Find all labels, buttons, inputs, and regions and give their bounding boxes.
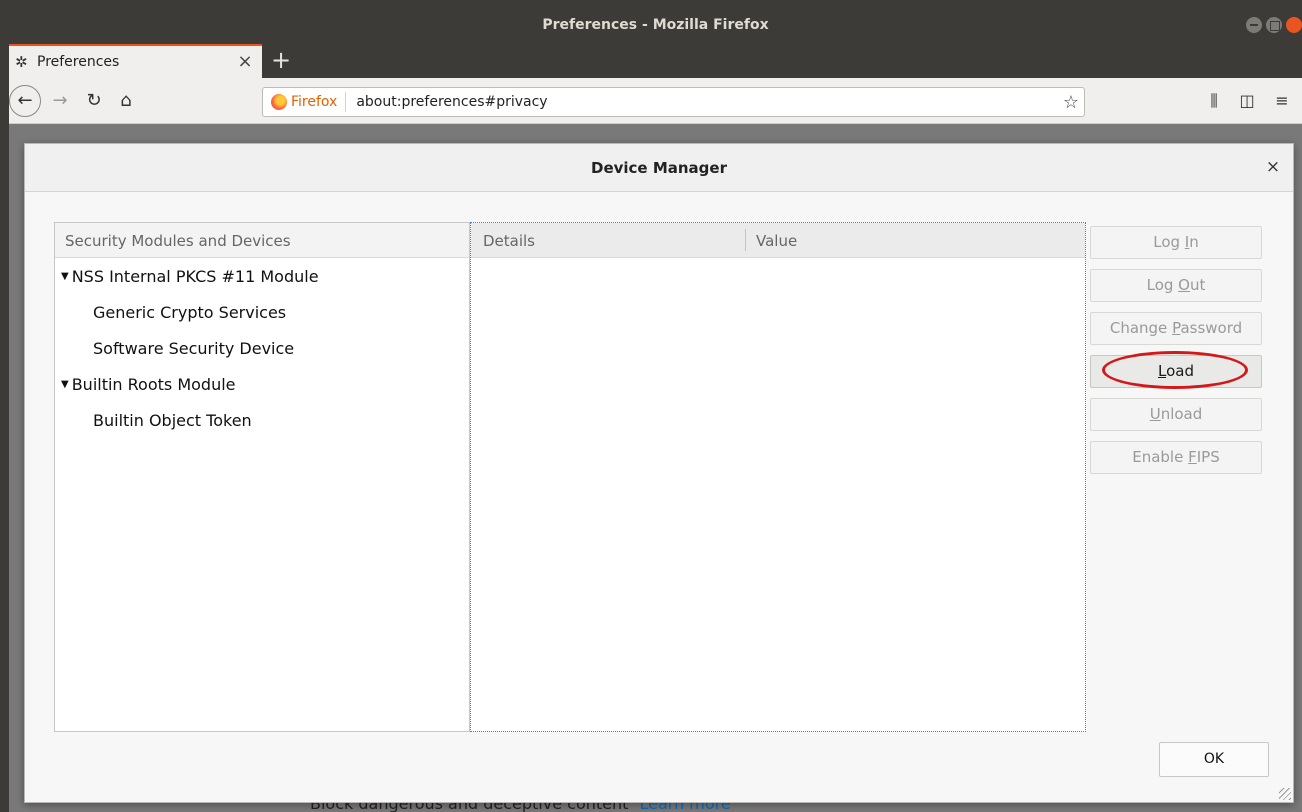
- button-label-part: n: [1189, 233, 1199, 251]
- unload-button[interactable]: Unload: [1090, 398, 1262, 431]
- url-input[interactable]: about:preferences#privacy: [346, 94, 1058, 110]
- navigation-toolbar: ← → ↻ ⌂ Firefox about:preferences#privac…: [9, 78, 1302, 124]
- login-button[interactable]: Log In: [1090, 226, 1262, 259]
- security-modules-tree[interactable]: Security Modules and Devices ▼ NSS Inter…: [54, 222, 470, 732]
- tree-column-header[interactable]: Security Modules and Devices: [55, 223, 469, 258]
- expand-triangle-icon[interactable]: ▼: [61, 271, 69, 282]
- tree-item-label: Builtin Roots Module: [71, 374, 236, 394]
- column-header-value[interactable]: Value: [756, 232, 797, 250]
- accesskey: F: [1188, 448, 1197, 466]
- window-titlebar: Preferences - Mozilla Firefox: [9, 9, 1302, 42]
- dialog-header: Device Manager ×: [25, 144, 1293, 192]
- tree-item-builtin-roots[interactable]: ▼ Builtin Roots Module: [55, 366, 469, 402]
- tree-item-label: Builtin Object Token: [93, 410, 252, 430]
- tree-item-nss-internal[interactable]: ▼ NSS Internal PKCS #11 Module: [55, 258, 469, 294]
- accesskey: O: [1178, 276, 1190, 294]
- tab-label: Preferences: [37, 54, 120, 70]
- logout-button[interactable]: Log Out: [1090, 269, 1262, 302]
- tree-item-software-security[interactable]: Software Security Device: [55, 330, 469, 366]
- new-tab-button[interactable]: +: [267, 46, 295, 74]
- enable-fips-button[interactable]: Enable FIPS: [1090, 441, 1262, 474]
- ok-button[interactable]: OK: [1159, 742, 1269, 777]
- close-tab-icon[interactable]: ×: [236, 53, 254, 71]
- expand-triangle-icon[interactable]: ▼: [61, 379, 69, 390]
- button-label-part: Enable: [1132, 448, 1189, 466]
- library-button[interactable]: ⫼: [1200, 87, 1228, 115]
- dialog-title: Device Manager: [591, 159, 727, 177]
- tab-preferences[interactable]: ✲ Preferences ×: [9, 44, 262, 78]
- window-controls: [1246, 17, 1302, 33]
- tree-item-builtin-object-token[interactable]: Builtin Object Token: [55, 402, 469, 438]
- reload-button[interactable]: ↻: [79, 86, 109, 116]
- url-bar[interactable]: Firefox about:preferences#privacy ☆: [262, 87, 1085, 117]
- device-actions: Log In Log Out Change Password Load Unlo…: [1090, 226, 1262, 484]
- resize-grip[interactable]: [1279, 788, 1291, 800]
- identity-box[interactable]: Firefox: [263, 92, 347, 112]
- details-table-header: Details Value: [471, 223, 1085, 258]
- gear-icon: ✲: [15, 53, 28, 71]
- load-button-wrap: Load: [1090, 351, 1262, 389]
- tree-item-label: NSS Internal PKCS #11 Module: [71, 266, 319, 286]
- forward-button[interactable]: →: [45, 86, 75, 116]
- button-label-part: Change: [1109, 319, 1173, 337]
- button-label-part: assword: [1180, 319, 1243, 337]
- accesskey: U: [1149, 405, 1161, 423]
- column-separator[interactable]: [745, 229, 746, 251]
- tab-strip: ✲ Preferences × +: [9, 42, 1302, 78]
- button-label-part: nload: [1160, 405, 1203, 423]
- sidebar-button[interactable]: ◫: [1233, 87, 1261, 115]
- maximize-button[interactable]: [1266, 17, 1282, 33]
- button-label-part: Log: [1153, 233, 1185, 251]
- back-button[interactable]: ←: [9, 85, 41, 117]
- tree-item-label: Software Security Device: [93, 338, 295, 358]
- details-table[interactable]: Details Value: [470, 222, 1086, 732]
- minimize-button[interactable]: [1246, 17, 1262, 33]
- button-label-part: oad: [1166, 362, 1194, 380]
- home-button[interactable]: ⌂: [111, 86, 141, 116]
- button-label-part: IPS: [1196, 448, 1220, 466]
- menu-button[interactable]: ≡: [1268, 87, 1296, 115]
- device-manager-dialog: Device Manager × Security Modules and De…: [24, 143, 1294, 803]
- identity-label: Firefox: [291, 94, 338, 110]
- tree-item-label: Generic Crypto Services: [93, 302, 287, 322]
- close-window-button[interactable]: [1286, 17, 1302, 33]
- change-password-button[interactable]: Change Password: [1090, 312, 1262, 345]
- button-label-part: Log: [1146, 276, 1179, 294]
- window-title: Preferences - Mozilla Firefox: [542, 17, 769, 33]
- tree-item-generic-crypto[interactable]: Generic Crypto Services: [55, 294, 469, 330]
- firefox-logo-icon: [271, 94, 287, 110]
- column-header-details[interactable]: Details: [483, 232, 535, 250]
- bookmark-star-icon[interactable]: ☆: [1058, 92, 1084, 113]
- dialog-close-icon[interactable]: ×: [1263, 157, 1283, 177]
- button-label-part: ut: [1189, 276, 1206, 294]
- load-button[interactable]: Load: [1090, 355, 1262, 388]
- accesskey: L: [1158, 362, 1167, 380]
